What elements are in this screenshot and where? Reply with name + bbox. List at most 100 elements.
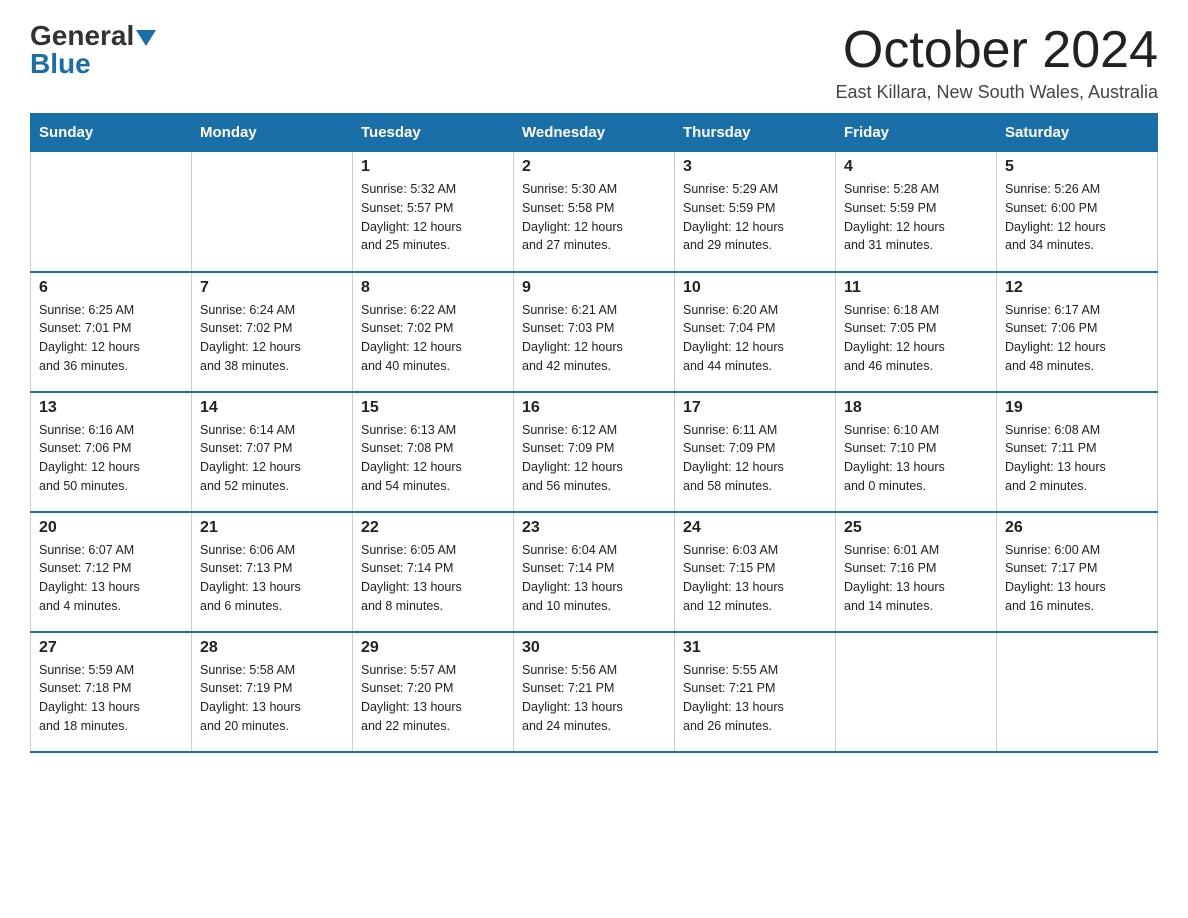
day-info: Sunrise: 6:17 AM Sunset: 7:06 PM Dayligh… bbox=[1005, 301, 1149, 376]
logo: General Blue bbox=[30, 20, 156, 80]
calendar-header-friday: Friday bbox=[836, 114, 997, 152]
day-info: Sunrise: 6:20 AM Sunset: 7:04 PM Dayligh… bbox=[683, 301, 827, 376]
logo-triangle-icon bbox=[136, 30, 156, 46]
calendar-cell: 19 Sunrise: 6:08 AM Sunset: 7:11 PM Dayli… bbox=[997, 392, 1158, 512]
calendar-cell: 15Sunrise: 6:13 AM Sunset: 7:08 PM Dayli… bbox=[353, 392, 514, 512]
day-number: 17 bbox=[683, 399, 827, 417]
day-info: Sunrise: 6:08 AM Sunset: 7:11 PM Dayligh… bbox=[1005, 421, 1149, 496]
day-number: 22 bbox=[361, 519, 505, 537]
day-number: 1 bbox=[361, 158, 505, 176]
day-info: Sunrise: 5:30 AM Sunset: 5:58 PM Dayligh… bbox=[522, 180, 666, 255]
day-info: Sunrise: 6:03 AM Sunset: 7:15 PM Dayligh… bbox=[683, 541, 827, 616]
calendar-cell: 4Sunrise: 5:28 AM Sunset: 5:59 PM Daylig… bbox=[836, 152, 997, 272]
calendar-header-thursday: Thursday bbox=[675, 114, 836, 152]
calendar-cell: 30Sunrise: 5:56 AM Sunset: 7:21 PM Dayli… bbox=[514, 632, 675, 752]
calendar-cell: 20Sunrise: 6:07 AM Sunset: 7:12 PM Dayli… bbox=[31, 512, 192, 632]
day-number: 30 bbox=[522, 639, 666, 657]
calendar-cell: 26Sunrise: 6:00 AM Sunset: 7:17 PM Dayli… bbox=[997, 512, 1158, 632]
day-info: Sunrise: 5:29 AM Sunset: 5:59 PM Dayligh… bbox=[683, 180, 827, 255]
day-info: Sunrise: 5:58 AM Sunset: 7:19 PM Dayligh… bbox=[200, 661, 344, 736]
calendar-cell: 16 Sunrise: 6:12 AM Sunset: 7:09 PM Dayli… bbox=[514, 392, 675, 512]
day-info: Sunrise: 5:28 AM Sunset: 5:59 PM Dayligh… bbox=[844, 180, 988, 255]
calendar-cell: 31Sunrise: 5:55 AM Sunset: 7:21 PM Dayli… bbox=[675, 632, 836, 752]
calendar-cell: 2Sunrise: 5:30 AM Sunset: 5:58 PM Daylig… bbox=[514, 152, 675, 272]
day-info: Sunrise: 6:21 AM Sunset: 7:03 PM Dayligh… bbox=[522, 301, 666, 376]
day-number: 9 bbox=[522, 279, 666, 297]
calendar-cell: 10 Sunrise: 6:20 AM Sunset: 7:04 PM Dayli… bbox=[675, 272, 836, 392]
day-number: 27 bbox=[39, 639, 183, 657]
day-number: 5 bbox=[1005, 158, 1149, 176]
calendar-cell: 28Sunrise: 5:58 AM Sunset: 7:19 PM Dayli… bbox=[192, 632, 353, 752]
day-info: Sunrise: 6:22 AM Sunset: 7:02 PM Dayligh… bbox=[361, 301, 505, 376]
calendar-header-saturday: Saturday bbox=[997, 114, 1158, 152]
day-info: Sunrise: 6:14 AM Sunset: 7:07 PM Dayligh… bbox=[200, 421, 344, 496]
calendar-cell: 12 Sunrise: 6:17 AM Sunset: 7:06 PM Dayli… bbox=[997, 272, 1158, 392]
day-number: 31 bbox=[683, 639, 827, 657]
calendar-header-wednesday: Wednesday bbox=[514, 114, 675, 152]
calendar-header-row: SundayMondayTuesdayWednesdayThursdayFrid… bbox=[31, 114, 1158, 152]
day-number: 24 bbox=[683, 519, 827, 537]
day-number: 21 bbox=[200, 519, 344, 537]
day-info: Sunrise: 5:32 AM Sunset: 5:57 PM Dayligh… bbox=[361, 180, 505, 255]
day-number: 3 bbox=[683, 158, 827, 176]
day-info: Sunrise: 6:16 AM Sunset: 7:06 PM Dayligh… bbox=[39, 421, 183, 496]
calendar-cell: 11 Sunrise: 6:18 AM Sunset: 7:05 PM Dayli… bbox=[836, 272, 997, 392]
calendar-cell: 14Sunrise: 6:14 AM Sunset: 7:07 PM Dayli… bbox=[192, 392, 353, 512]
calendar-cell: 24 Sunrise: 6:03 AM Sunset: 7:15 PM Dayli… bbox=[675, 512, 836, 632]
day-info: Sunrise: 6:01 AM Sunset: 7:16 PM Dayligh… bbox=[844, 541, 988, 616]
day-number: 25 bbox=[844, 519, 988, 537]
calendar-cell: 1 Sunrise: 5:32 AM Sunset: 5:57 PM Daylig… bbox=[353, 152, 514, 272]
calendar-cell: 29Sunrise: 5:57 AM Sunset: 7:20 PM Dayli… bbox=[353, 632, 514, 752]
day-info: Sunrise: 6:07 AM Sunset: 7:12 PM Dayligh… bbox=[39, 541, 183, 616]
day-info: Sunrise: 5:57 AM Sunset: 7:20 PM Dayligh… bbox=[361, 661, 505, 736]
day-number: 7 bbox=[200, 279, 344, 297]
day-number: 16 bbox=[522, 399, 666, 417]
day-number: 6 bbox=[39, 279, 183, 297]
calendar-cell: 25 Sunrise: 6:01 AM Sunset: 7:16 PM Dayli… bbox=[836, 512, 997, 632]
calendar-table: SundayMondayTuesdayWednesdayThursdayFrid… bbox=[30, 113, 1158, 753]
day-info: Sunrise: 6:10 AM Sunset: 7:10 PM Dayligh… bbox=[844, 421, 988, 496]
day-number: 12 bbox=[1005, 279, 1149, 297]
calendar-week-row: 1 Sunrise: 5:32 AM Sunset: 5:57 PM Daylig… bbox=[31, 152, 1158, 272]
calendar-cell bbox=[192, 152, 353, 272]
day-info: Sunrise: 6:11 AM Sunset: 7:09 PM Dayligh… bbox=[683, 421, 827, 496]
day-number: 11 bbox=[844, 279, 988, 297]
calendar-week-row: 20Sunrise: 6:07 AM Sunset: 7:12 PM Dayli… bbox=[31, 512, 1158, 632]
calendar-cell: 9 Sunrise: 6:21 AM Sunset: 7:03 PM Daylig… bbox=[514, 272, 675, 392]
calendar-cell bbox=[31, 152, 192, 272]
month-title: October 2024 bbox=[836, 20, 1158, 80]
day-info: Sunrise: 6:25 AM Sunset: 7:01 PM Dayligh… bbox=[39, 301, 183, 376]
title-section: October 2024 East Killara, New South Wal… bbox=[836, 20, 1158, 103]
day-number: 19 bbox=[1005, 399, 1149, 417]
calendar-cell: 6 Sunrise: 6:25 AM Sunset: 7:01 PM Daylig… bbox=[31, 272, 192, 392]
calendar-week-row: 6 Sunrise: 6:25 AM Sunset: 7:01 PM Daylig… bbox=[31, 272, 1158, 392]
day-info: Sunrise: 5:59 AM Sunset: 7:18 PM Dayligh… bbox=[39, 661, 183, 736]
day-number: 23 bbox=[522, 519, 666, 537]
day-info: Sunrise: 6:24 AM Sunset: 7:02 PM Dayligh… bbox=[200, 301, 344, 376]
day-number: 26 bbox=[1005, 519, 1149, 537]
calendar-header-tuesday: Tuesday bbox=[353, 114, 514, 152]
calendar-header-monday: Monday bbox=[192, 114, 353, 152]
day-info: Sunrise: 6:12 AM Sunset: 7:09 PM Dayligh… bbox=[522, 421, 666, 496]
day-info: Sunrise: 6:06 AM Sunset: 7:13 PM Dayligh… bbox=[200, 541, 344, 616]
calendar-cell: 5Sunrise: 5:26 AM Sunset: 6:00 PM Daylig… bbox=[997, 152, 1158, 272]
calendar-cell bbox=[836, 632, 997, 752]
calendar-cell: 18Sunrise: 6:10 AM Sunset: 7:10 PM Dayli… bbox=[836, 392, 997, 512]
calendar-cell: 13 Sunrise: 6:16 AM Sunset: 7:06 PM Dayli… bbox=[31, 392, 192, 512]
calendar-cell: 27 Sunrise: 5:59 AM Sunset: 7:18 PM Dayli… bbox=[31, 632, 192, 752]
day-number: 10 bbox=[683, 279, 827, 297]
calendar-cell: 22 Sunrise: 6:05 AM Sunset: 7:14 PM Dayli… bbox=[353, 512, 514, 632]
calendar-cell: 23 Sunrise: 6:04 AM Sunset: 7:14 PM Dayli… bbox=[514, 512, 675, 632]
day-info: Sunrise: 6:05 AM Sunset: 7:14 PM Dayligh… bbox=[361, 541, 505, 616]
day-number: 8 bbox=[361, 279, 505, 297]
page-header: General Blue October 2024 East Killara, … bbox=[30, 20, 1158, 103]
calendar-week-row: 13 Sunrise: 6:16 AM Sunset: 7:06 PM Dayli… bbox=[31, 392, 1158, 512]
calendar-cell: 21 Sunrise: 6:06 AM Sunset: 7:13 PM Dayli… bbox=[192, 512, 353, 632]
day-number: 13 bbox=[39, 399, 183, 417]
calendar-cell bbox=[997, 632, 1158, 752]
day-info: Sunrise: 6:13 AM Sunset: 7:08 PM Dayligh… bbox=[361, 421, 505, 496]
day-info: Sunrise: 6:18 AM Sunset: 7:05 PM Dayligh… bbox=[844, 301, 988, 376]
calendar-cell: 17 Sunrise: 6:11 AM Sunset: 7:09 PM Dayli… bbox=[675, 392, 836, 512]
day-info: Sunrise: 6:04 AM Sunset: 7:14 PM Dayligh… bbox=[522, 541, 666, 616]
calendar-cell: 3 Sunrise: 5:29 AM Sunset: 5:59 PM Daylig… bbox=[675, 152, 836, 272]
